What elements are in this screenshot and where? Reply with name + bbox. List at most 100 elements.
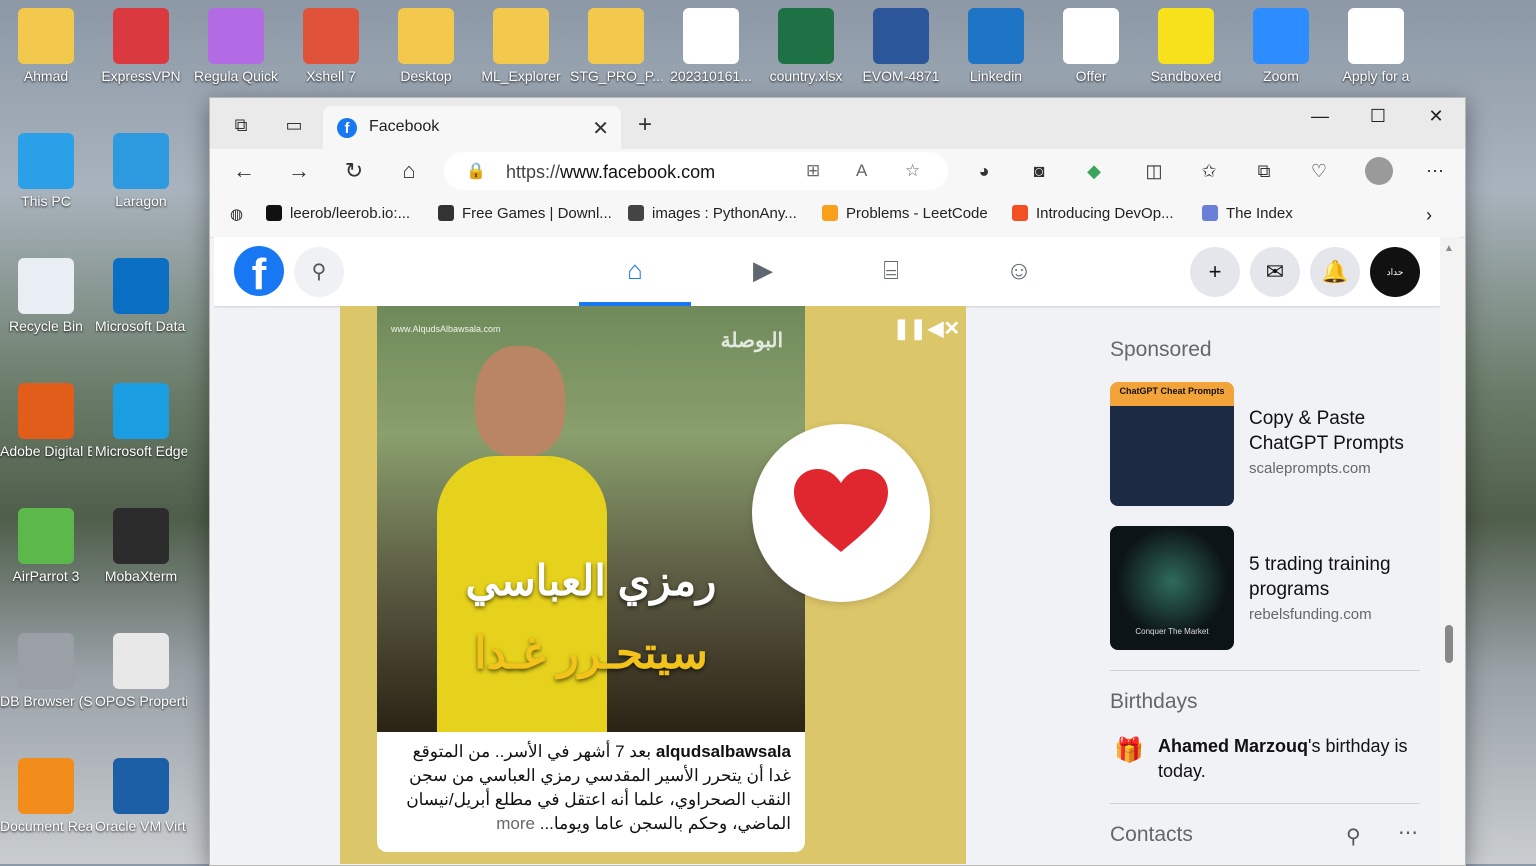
folder-icon	[398, 8, 454, 64]
pause-icon[interactable]: ❚❚	[893, 316, 927, 341]
desktop-icon-label: Laragon	[115, 193, 167, 209]
desktop-icon[interactable]: MobaXterm	[95, 508, 187, 586]
bookmark-item[interactable]: images : PythonAny...	[628, 205, 797, 222]
tab-facebook[interactable]: f Facebook ✕	[323, 106, 621, 149]
desktop-icon[interactable]: Ahmad	[0, 8, 92, 86]
bookmark-item[interactable]: Problems - LeetCode	[822, 205, 988, 222]
bookmark-item[interactable]: leerob/leerob.io:...	[266, 205, 410, 222]
create-button[interactable]: +	[1190, 247, 1240, 297]
birthday-text[interactable]: Ahamed Marzouq's birthday is today.	[1158, 734, 1422, 784]
desktop-icon[interactable]: OPOS Properti...	[95, 633, 187, 711]
desktop-icon[interactable]: Apply for a	[1330, 8, 1422, 86]
desktop-icon-label: Oracle VM VirtualBox	[95, 818, 187, 834]
folder-icon	[588, 8, 644, 64]
facebook-logo[interactable]: f	[234, 246, 284, 299]
bookmark-item[interactable]: Introducing DevOp...	[1012, 205, 1174, 222]
nav-watch[interactable]: ▶	[707, 237, 819, 306]
messenger-icon[interactable]: ✉	[1250, 247, 1300, 297]
scroll-up-arrow[interactable]: ▲	[1444, 243, 1454, 254]
desktop-icon[interactable]: Sandboxed	[1140, 8, 1232, 86]
search-icon[interactable]: ⚲	[294, 247, 344, 297]
mute-icon[interactable]: ◀✕	[928, 316, 960, 341]
lock-icon[interactable]: 🔒	[466, 161, 486, 181]
desktop-icon[interactable]: AirParrot 3	[0, 508, 92, 586]
desktop-icon[interactable]: 202310161...	[665, 8, 757, 86]
pdf-icon	[1348, 8, 1404, 64]
desktop-icon[interactable]: EVOM-4871	[855, 8, 947, 86]
desktop-icon[interactable]: Adobe Digital Ed...	[0, 383, 92, 461]
split-screen-icon[interactable]: ◫	[1143, 160, 1165, 182]
collections-icon[interactable]: ⧉	[1253, 160, 1275, 182]
bookmark-label: Free Games | Downl...	[462, 205, 612, 222]
desktop-icon[interactable]: Microsoft Edge	[95, 383, 187, 461]
desktop-icon[interactable]: Desktop	[380, 8, 472, 86]
scroll-thumb[interactable]	[1445, 625, 1453, 663]
desktop-icon[interactable]: ExpressVPN	[95, 8, 187, 86]
bookmark-site-icon[interactable]: ◍	[230, 205, 243, 223]
notifications-bell-icon[interactable]: 🔔	[1310, 247, 1360, 297]
desktop-icon[interactable]: Oracle VM VirtualBox	[95, 758, 187, 836]
maximize-button[interactable]: ☐	[1358, 106, 1398, 128]
back-button[interactable]: ←	[231, 158, 257, 184]
desktop-icon[interactable]: This PC	[0, 133, 92, 211]
pdf-icon	[1063, 8, 1119, 64]
see-more-link[interactable]: more	[496, 814, 535, 833]
desktop-icon[interactable]: ML_Explorer	[475, 8, 567, 86]
desktop-icon[interactable]: STG_PRO_P...	[570, 8, 662, 86]
favorites-icon[interactable]: ✩	[1198, 160, 1220, 182]
desktop-icon-label: Apply for a	[1342, 68, 1410, 84]
home-button[interactable]: ⌂	[396, 158, 422, 184]
vertical-tabs-icon[interactable]: ▭	[283, 114, 305, 136]
ad-item[interactable]: ChatGPT Cheat Prompts Copy & Paste ChatG…	[1110, 382, 1420, 506]
desktop-icon[interactable]: Zoom	[1235, 8, 1327, 86]
chevron-right-icon[interactable]: ›	[1426, 205, 1432, 226]
new-tab-button[interactable]: +	[634, 113, 656, 137]
desktop-icon-label: ExpressVPN	[101, 68, 181, 84]
desktop-icon[interactable]: country.xlsx	[760, 8, 852, 86]
desktop-icon-label: Zoom	[1263, 68, 1299, 84]
desktop-icon[interactable]: DB Browser (SQLite)	[0, 633, 92, 711]
desktop-icon[interactable]: Laragon	[95, 133, 187, 211]
extension-globe-icon[interactable]: ◕	[973, 160, 995, 182]
extension-mask-icon[interactable]: ◙	[1028, 160, 1050, 182]
close-window-button[interactable]: ✕	[1416, 106, 1456, 128]
desktop-icon[interactable]: Recycle Bin	[0, 258, 92, 336]
nav-groups[interactable]: ☺	[963, 237, 1075, 306]
nav-marketplace[interactable]: ⌸	[835, 237, 947, 306]
profile-avatar[interactable]	[1365, 157, 1393, 185]
favorite-star-icon[interactable]: ☆	[905, 161, 920, 181]
desktop-icon[interactable]: Offer	[1045, 8, 1137, 86]
pythonanywhere-icon	[628, 205, 644, 221]
search-contacts-icon[interactable]: ⚲	[1346, 824, 1361, 849]
divider	[1110, 803, 1420, 804]
close-tab-icon[interactable]: ✕	[592, 116, 609, 141]
bookmark-item[interactable]: Free Games | Downl...	[438, 205, 612, 222]
post-author[interactable]: alqudsalbawsala	[656, 742, 791, 761]
bookmark-item[interactable]: The Index	[1202, 205, 1293, 222]
url-text[interactable]: https://www.facebook.com	[506, 162, 715, 183]
address-bar[interactable]: 🔒 https://www.facebook.com ⊞ A ☆	[444, 152, 948, 190]
app-available-icon[interactable]: ⊞	[806, 161, 820, 181]
desktop-icon[interactable]: Linkedin	[950, 8, 1042, 86]
extension-android-icon[interactable]: ◆	[1083, 160, 1105, 182]
more-menu-icon[interactable]: ⋯	[1424, 160, 1446, 182]
nav-home[interactable]: ⌂	[579, 237, 691, 306]
post-image[interactable]: www.AlqudsAlbawsala.com البوصلة رمزي الع…	[377, 306, 805, 732]
desktop-icon-label: Desktop	[400, 68, 452, 84]
desktop-icon[interactable]: Xshell 7	[285, 8, 377, 86]
minimize-button[interactable]: —	[1300, 106, 1340, 128]
ad-item[interactable]: Conquer The Market 5 trading training pr…	[1110, 526, 1420, 650]
refresh-button[interactable]: ↻	[341, 158, 367, 184]
desktop-icon[interactable]: Regula Quick	[190, 8, 282, 86]
forward-button[interactable]: →	[286, 158, 312, 184]
desktop-icon[interactable]: Document Reader	[0, 758, 92, 836]
contacts-options-icon[interactable]: ⋯	[1398, 820, 1418, 845]
opos-icon	[113, 633, 169, 689]
desktop-icon[interactable]: Microsoft Data Mi...	[95, 258, 187, 336]
browser-essentials-icon[interactable]: ♡	[1308, 160, 1330, 182]
desktop-icon-label: Offer	[1075, 68, 1107, 84]
workspaces-icon[interactable]: ⧉	[230, 114, 252, 136]
read-aloud-icon[interactable]: A	[856, 161, 867, 181]
account-avatar[interactable]: حداد	[1370, 247, 1420, 297]
page-scrollbar[interactable]: ▲	[1440, 237, 1460, 864]
